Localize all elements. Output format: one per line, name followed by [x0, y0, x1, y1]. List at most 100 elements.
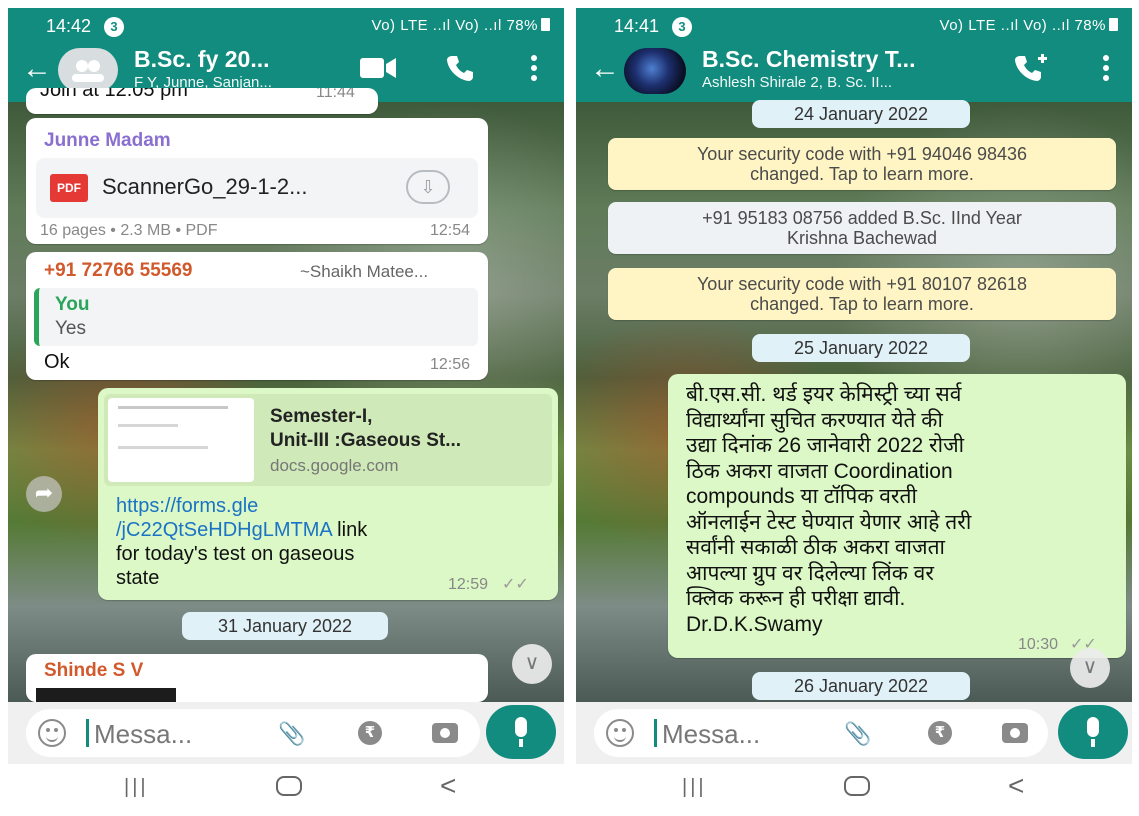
- reply-message[interactable]: +91 72766 55569 ~Shaikh Matee... You Yes…: [26, 252, 488, 380]
- message-line: क्लिक करून ही परीक्षा द्यावी.: [686, 587, 906, 610]
- marathi-message[interactable]: बी.एस.सी. थर्ड इयर केमिस्ट्री च्या सर्व …: [668, 374, 1126, 658]
- message-placeholder[interactable]: Messa...: [662, 719, 760, 750]
- sender-name: Shinde S V: [44, 660, 144, 681]
- message-input-bar: Messa... 📎 ₹: [8, 702, 564, 764]
- message-line: सर्वांनी सकाळी ठीक अकरा वाजता: [686, 536, 945, 559]
- mic-button[interactable]: [1058, 705, 1128, 759]
- attach-icon[interactable]: 📎: [844, 721, 871, 747]
- message-field[interactable]: Messa... 📎 ₹: [594, 709, 1048, 757]
- emoji-icon[interactable]: [38, 719, 66, 747]
- message-text-3: state: [116, 567, 160, 589]
- forward-icon[interactable]: ➦: [26, 476, 62, 512]
- document-message[interactable]: Junne Madam PDF ScannerGo_29-1-2... ⇩ 16…: [26, 118, 488, 244]
- date-chip: 25 January 2022: [752, 334, 970, 362]
- group-avatar[interactable]: [58, 48, 118, 92]
- status-bar: 14:42 3 Vo) LTE ..ıl Vo) ..ıl 78%: [8, 8, 564, 42]
- system-text-line1: Your security code with +91 94046 98436: [696, 144, 1028, 164]
- message-line: ठिक अकरा वाजता Coordination: [686, 459, 953, 483]
- recent-apps-icon[interactable]: |||: [124, 776, 149, 799]
- quoted-message[interactable]: You Yes: [34, 288, 478, 346]
- battery-level: 78%: [1074, 17, 1106, 34]
- left-chat-screen: 14:42 3 Vo) LTE ..ıl Vo) ..ıl 78% ← B.Sc…: [8, 8, 564, 808]
- chat-members[interactable]: Ashlesh Shirale 2, B. Sc. II...: [702, 74, 892, 91]
- back-arrow-icon[interactable]: ←: [22, 54, 52, 84]
- menu-dots-icon[interactable]: [1102, 54, 1110, 89]
- chat-title[interactable]: B.Sc. fy 20...: [134, 46, 270, 73]
- emoji-icon[interactable]: [606, 719, 634, 747]
- quoted-sender: You: [55, 294, 90, 315]
- message-time: 10:30: [1018, 636, 1059, 653]
- group-avatar[interactable]: [624, 48, 686, 94]
- sender-name: Junne Madam: [44, 130, 171, 151]
- preview-thumbnail: [108, 398, 254, 482]
- message-field[interactable]: Messa... 📎 ₹: [26, 709, 480, 757]
- sender-phone: +91 72766 55569: [44, 260, 193, 281]
- scroll-down-icon[interactable]: ∨: [1070, 648, 1110, 688]
- video-call-icon[interactable]: [360, 56, 398, 87]
- incoming-message[interactable]: Shinde S V: [26, 654, 488, 702]
- home-icon[interactable]: [844, 776, 870, 796]
- date-chip: 31 January 2022: [182, 612, 388, 640]
- message-body: https://forms.gle /jC22QtSeHDHgLMTMA lin…: [116, 494, 367, 590]
- nav-back-icon[interactable]: <: [440, 770, 456, 802]
- system-text-line1: +91 95183 08756 added B.Sc. IInd Year: [702, 208, 1022, 228]
- camera-icon[interactable]: [1002, 723, 1028, 743]
- date-chip: 26 January 2022: [752, 672, 970, 700]
- nav-back-icon[interactable]: <: [1008, 770, 1024, 802]
- chat-header: 14:41 3 Vo) LTE ..ıl Vo) ..ıl 78% ← B.Sc…: [576, 8, 1132, 102]
- system-nav-bar: ||| <: [576, 764, 1132, 808]
- document-card[interactable]: PDF ScannerGo_29-1-2... ⇩: [36, 158, 478, 218]
- mic-button[interactable]: [486, 705, 556, 759]
- link-preview[interactable]: Semester-I, Unit-III :Gaseous St... docs…: [104, 394, 552, 486]
- system-message-security[interactable]: Your security code with +91 80107 82618 …: [608, 268, 1116, 320]
- message-placeholder[interactable]: Messa...: [94, 719, 192, 750]
- system-text-line2: changed. Tap to learn more.: [750, 164, 974, 184]
- preview-title-line1: Semester-I,: [270, 406, 373, 427]
- link-message[interactable]: Semester-I, Unit-III :Gaseous St... docs…: [98, 388, 558, 600]
- status-bar: 14:41 3 Vo) LTE ..ıl Vo) ..ıl 78%: [576, 8, 1132, 42]
- quoted-text: Yes: [55, 318, 86, 339]
- message-input-bar: Messa... 📎 ₹: [576, 702, 1132, 764]
- forms-link-cont[interactable]: /jC22QtSeHDHgLMTMA: [116, 519, 332, 541]
- mic-icon: [1087, 717, 1099, 747]
- preview-title-line2: Unit-III :Gaseous St...: [270, 430, 462, 451]
- message-text: Ok: [44, 351, 70, 373]
- scroll-down-icon[interactable]: ∨: [512, 644, 552, 684]
- message-text-2: for today's test on gaseous: [116, 543, 355, 565]
- system-message-security[interactable]: Your security code with +91 94046 98436 …: [608, 138, 1116, 190]
- message-signature: Dr.D.K.Swamy: [686, 612, 823, 636]
- preview-domain: docs.google.com: [270, 456, 399, 475]
- text-caret: [654, 719, 657, 747]
- date-chip: 24 January 2022: [752, 100, 970, 128]
- home-icon[interactable]: [276, 776, 302, 796]
- status-indicators: Vo) LTE ..ıl Vo) ..ıl 78%: [372, 17, 550, 34]
- camera-icon[interactable]: [432, 723, 458, 743]
- text-caret: [86, 719, 89, 747]
- notification-badge: 3: [672, 17, 692, 37]
- system-nav-bar: ||| <: [8, 764, 564, 808]
- pdf-icon: PDF: [50, 174, 88, 202]
- read-ticks-icon: ✓✓: [502, 576, 529, 593]
- menu-dots-icon[interactable]: [530, 54, 538, 89]
- system-text-line1: Your security code with +91 80107 82618: [696, 274, 1028, 294]
- rupee-icon[interactable]: ₹: [928, 721, 952, 745]
- message-time: 11:44: [316, 88, 355, 101]
- add-call-icon[interactable]: [1014, 54, 1048, 89]
- rupee-icon[interactable]: ₹: [358, 721, 382, 745]
- recent-apps-icon[interactable]: |||: [682, 776, 707, 799]
- status-time: 14:41: [614, 16, 660, 36]
- forms-link[interactable]: https://forms.gle: [116, 495, 258, 517]
- group-people-icon: [72, 60, 104, 82]
- download-icon[interactable]: ⇩: [406, 170, 450, 204]
- partial-message[interactable]: Join at 12:05 pm 11:44: [26, 88, 378, 114]
- back-arrow-icon[interactable]: ←: [590, 54, 620, 84]
- chat-title[interactable]: B.Sc. Chemistry T...: [702, 46, 915, 73]
- notification-badge: 3: [104, 17, 124, 37]
- voice-call-icon[interactable]: [446, 54, 474, 89]
- status-time: 14:42: [46, 16, 92, 36]
- media-thumbnail: [36, 688, 176, 702]
- system-message-added: +91 95183 08756 added B.Sc. IInd Year Kr…: [608, 202, 1116, 254]
- message-line: उद्या दिनांक 26 जानेवारी 2022 रोजी: [686, 434, 965, 457]
- attach-icon[interactable]: 📎: [278, 721, 305, 747]
- signal-indicators: Vo) LTE ..ıl Vo) ..ıl: [939, 17, 1070, 34]
